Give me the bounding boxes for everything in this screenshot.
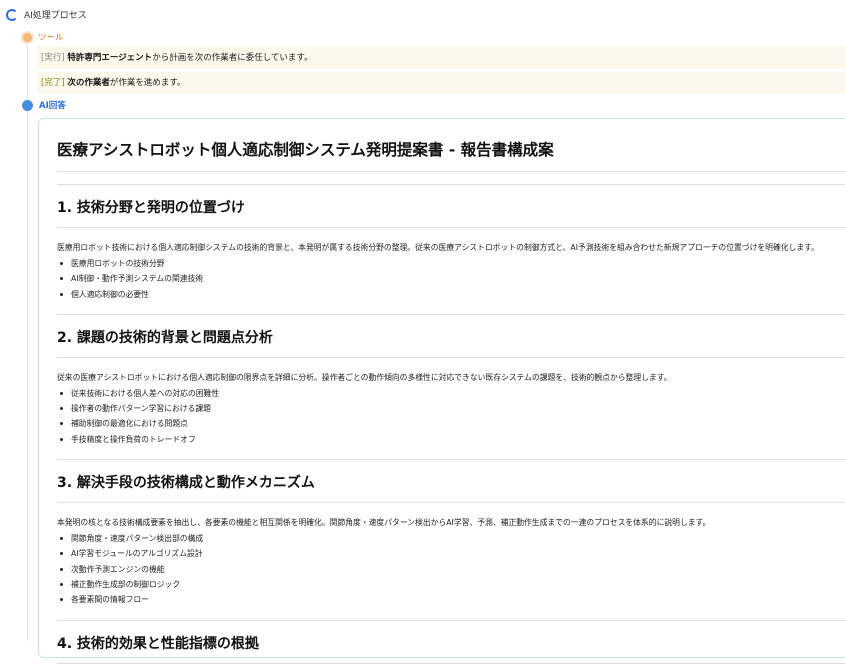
process-title: AI処理プロセス — [24, 11, 87, 21]
list-item: 手技精度と操作負荷のトレードオフ — [57, 432, 845, 447]
answer-card: 医療アシストロボット個人適応制御システム発明提案書 - 報告書構成案 1. 技術… — [38, 118, 845, 664]
bullet-list: 関節角度・速度パターン検出部の構成 AI学習モジュールのアルゴリズム設計 次動作予測… — [57, 531, 845, 607]
tool-label: ツール — [38, 33, 64, 43]
section-text: 医療用ロボット技術における個人適応制御システムの技術的背景と、本発明が属する技術… — [57, 243, 819, 252]
log-entry: [実行] 特許専門エージェントから計画を次の作業者に委任しています。 — [37, 47, 845, 69]
section-heading: 3. 解決手段の技術構成と動作メカニズム — [57, 475, 315, 492]
report-section: 4. 技術的効果と性能指標の根拠 — [57, 619, 845, 664]
tool-icon — [23, 32, 32, 42]
ai-answer-icon — [22, 99, 33, 111]
report-section: 3. 解決手段の技術構成と動作メカニズム本発明の核となる技術構成要素を抽出し、各… — [57, 459, 845, 607]
list-item: 操作者の動作パターン学習における課題 — [57, 401, 845, 416]
report-title: 医療アシストロボット個人適応制御システム発明提案書 - 報告書構成案 — [57, 141, 554, 159]
section-text: 本発明の核となる技術構成要素を抽出し、各要素の機能と相互関係を明確化。関節角度・… — [57, 518, 711, 528]
report-section: 2. 課題の技術的背景と問題点分析従来の医療アシストロボットにおける個人適応制御… — [57, 313, 845, 447]
log-tag: [実行] — [41, 53, 65, 63]
log-agent: 次の作業者 — [67, 78, 110, 88]
log-text: が作業を進めます。 — [109, 78, 186, 88]
log-agent: 特許専門エージェント — [67, 53, 153, 63]
answer-step: AI回答 — [22, 99, 66, 111]
list-item: 各要素間の情報フロー — [57, 592, 845, 607]
divider — [57, 227, 845, 228]
section-heading: 4. 技術的効果と性能指標の根拠 — [57, 635, 259, 652]
divider — [57, 662, 845, 664]
log-entry: [完了] 次の作業者が作業を進めます。 — [37, 72, 845, 94]
list-item: 個人適応制御の必要性 — [57, 287, 845, 302]
log-text: から計画を次の作業者に委任しています。 — [152, 53, 313, 63]
list-item: 補正動作生成部の制御ロジック — [57, 577, 845, 592]
report-section: 1. 技術分野と発明の位置づけ医療用ロボット技術における個人適応制御システムの技… — [57, 184, 845, 302]
list-item: 従来技術における個人差への対応の困難性 — [57, 386, 845, 401]
answer-label: AI回答 — [39, 101, 66, 111]
divider — [57, 313, 845, 315]
process-header[interactable]: AI処理プロセス — [6, 8, 87, 21]
list-item: AI学習モジュールのアルゴリズム設計 — [57, 546, 845, 561]
tool-step[interactable]: ツール — [23, 31, 64, 43]
divider — [57, 171, 845, 172]
divider — [57, 356, 845, 358]
section-heading: 1. 技術分野と発明の位置づけ — [57, 200, 245, 216]
process-spinner-icon — [6, 8, 18, 21]
list-item: 次動作予測エンジンの機能 — [57, 562, 845, 577]
list-item: 関節角度・速度パターン検出部の構成 — [57, 531, 845, 546]
section-heading: 2. 課題の技術的背景と問題点分析 — [57, 329, 273, 346]
list-item: 補助制御の最適化における問題点 — [57, 416, 845, 431]
list-item: 医療用ロボットの技術分野 — [57, 256, 845, 271]
divider — [57, 502, 845, 504]
bullet-list: 医療用ロボットの技術分野 AI制御・動作予測システムの関連技術 個人適応制御の必要性 — [57, 256, 845, 302]
timeline-line — [27, 38, 28, 640]
bullet-list: 従来技術における個人差への対応の困難性 操作者の動作パターン学習における課題 補助制… — [57, 386, 845, 447]
divider — [57, 184, 845, 185]
divider — [57, 459, 845, 461]
section-text: 従来の医療アシストロボットにおける個人適応制御の限界点を詳細に分析。操作者ごとの… — [57, 372, 672, 382]
divider — [57, 619, 845, 621]
list-item: AI制御・動作予測システムの関連技術 — [57, 271, 845, 286]
log-tag: [完了] — [41, 78, 65, 88]
